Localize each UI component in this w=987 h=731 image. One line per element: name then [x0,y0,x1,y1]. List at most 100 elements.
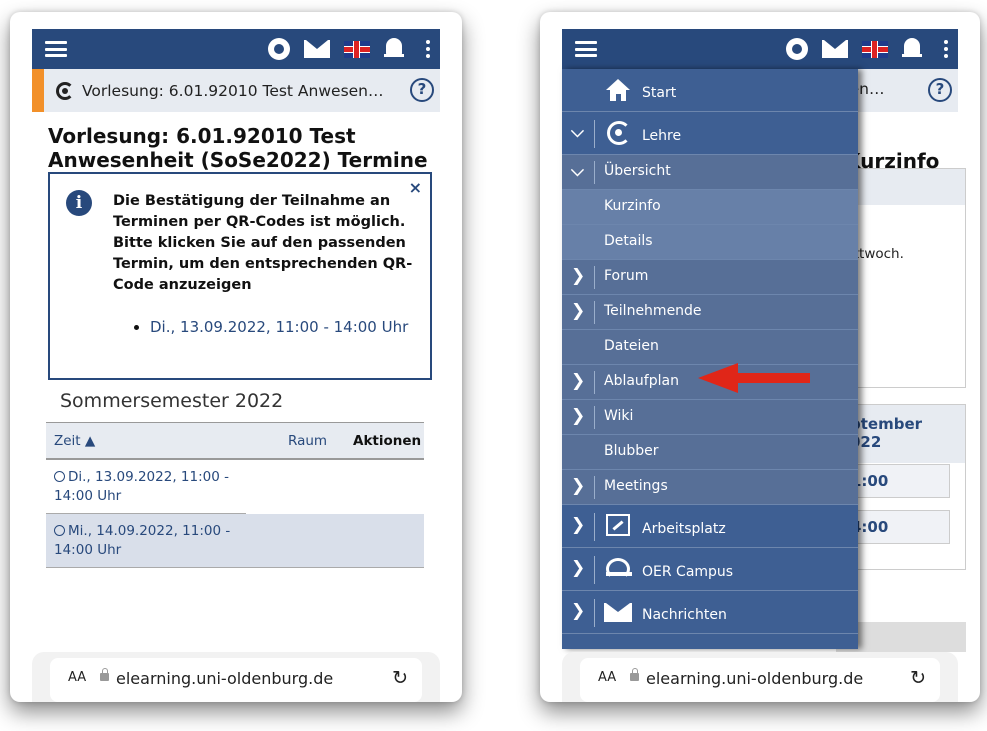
red-arrow-annotation [698,363,810,393]
desk-icon [606,514,630,536]
menu-label: Meetings [604,478,668,494]
chevron-down-icon[interactable]: ⌵ [571,161,584,181]
table-header: Zeit ▲ Raum Aktionen [46,422,424,460]
url-text[interactable]: elearning.uni-oldenburg.de [646,669,863,688]
menu-item-details[interactable]: Details [562,225,858,260]
menu-label: Blubber [604,443,659,459]
hamburger-menu-icon[interactable] [45,41,67,57]
lehre-icon [607,121,631,145]
navigation-drawer: Start ⌵ Lehre ⌵ Übersicht Kurzinfo Detai… [562,69,858,649]
menu-item-nachrichten[interactable]: ❯ Nachrichten [562,591,858,634]
row-date-text: Di., 13.09.2022, 11:00 - 14:00 Uhr [54,469,229,504]
dates-table: Zeit ▲ Raum Aktionen Di., 13.09.2022, 11… [46,422,424,568]
menu-label: Teilnehmende [604,303,702,319]
menu-item-start[interactable]: Start [562,69,858,112]
menu-label: Wiki [604,408,634,424]
reload-icon[interactable]: ↻ [910,667,926,689]
breadcrumb-text[interactable]: Vorlesung: 6.01.92010 Test Anwesen… [82,82,384,100]
menu-label: Ablaufplan [604,373,679,389]
dates-panel-heading: ptember 022 [850,415,923,451]
panel-text: ittwoch. [850,246,904,262]
date-link[interactable]: Di., 13.09.2022, 11:00 - 14:00 Uhr [150,317,420,338]
page-title-line-1: Vorlesung: 6.01.92010 Test [48,124,356,148]
page-title-line-2: Anwesenheit (SoSe2022) Termine [48,148,428,172]
menu-item-blubber[interactable]: Blubber [562,435,858,470]
mail-icon[interactable] [822,40,848,58]
kebab-menu-icon[interactable] [426,40,430,58]
chevron-right-icon[interactable]: ❯ [571,558,585,578]
bell-notification-icon[interactable] [902,38,922,60]
menu-item-arbeitsplatz[interactable]: ❯ Arbeitsplatz [562,505,858,548]
table-row[interactable]: Di., 13.09.2022, 11:00 - 14:00 Uhr [46,460,246,514]
course-icon [56,81,74,100]
browser-toolbar: AA elearning.uni-oldenburg.de ↻ [562,652,958,702]
info-icon: i [66,190,92,216]
url-text[interactable]: elearning.uni-oldenburg.de [116,669,333,688]
menu-label: Arbeitsplatz [642,521,726,537]
oer-icon [606,558,632,580]
info-date-list: Di., 13.09.2022, 11:00 - 14:00 Uhr [150,317,420,338]
info-message-text: Die Bestätigung der Teilnahme an Termine… [113,193,413,293]
menu-item-wiki[interactable]: ❯ Wiki [562,400,858,435]
menu-label: Nachrichten [642,607,727,623]
table-row[interactable]: Mi., 14.09.2022, 11:00 - 14:00 Uhr [46,514,424,568]
lifebuoy-help-icon[interactable] [786,38,808,60]
lock-icon [100,668,109,681]
menu-label: Lehre [642,128,682,144]
kebab-menu-icon[interactable] [944,40,948,58]
breadcrumb: Vorlesung: 6.01.92010 Test Anwesen… ? [32,69,440,112]
page-title: Kurzinfo [845,149,940,173]
menu-label: Übersicht [604,163,671,179]
chevron-right-icon[interactable]: ❯ [571,371,585,391]
text-size-button[interactable]: AA [598,670,616,685]
sort-raum-header[interactable]: Raum [288,433,327,449]
help-icon[interactable]: ? [410,78,434,102]
chevron-right-icon[interactable]: ❯ [571,301,585,321]
menu-label: Kurzinfo [604,198,661,214]
chevron-down-icon[interactable]: ⌵ [571,122,584,142]
menu-item-meetings[interactable]: ❯ Meetings [562,470,858,505]
menu-item-lehre[interactable]: ⌵ Lehre [562,112,858,155]
uk-flag-language-icon[interactable] [344,40,370,58]
mail-icon[interactable] [304,40,330,58]
text-size-button[interactable]: AA [68,670,86,685]
menu-item-kurzinfo[interactable]: Kurzinfo [562,190,858,225]
page-title: Vorlesung: 6.01.92010 Test Anwesenheit (… [48,124,428,172]
lock-icon [630,668,639,681]
info-message-box: i × Die Bestätigung der Teilnahme an Ter… [48,172,432,380]
home-icon-door [616,94,621,101]
address-bar[interactable]: AA elearning.uni-oldenburg.de ↻ [50,658,422,702]
help-icon[interactable]: ? [928,78,952,102]
right-phone-screen: esen… ? Kurzinfo ittwoch. ptember 022 1:… [540,12,980,702]
menu-item-oer-campus[interactable]: ❯ OER Campus [562,548,858,591]
home-icon [606,79,630,90]
semester-heading: Sommersemester 2022 [60,390,284,412]
hamburger-menu-icon[interactable] [575,41,597,57]
menu-item-uebersicht[interactable]: ⌵ Übersicht [562,155,858,190]
left-phone-screen: Vorlesung: 6.01.92010 Test Anwesen… ? Vo… [10,12,462,702]
menu-item-dateien[interactable]: Dateien [562,330,858,365]
chevron-right-icon[interactable]: ❯ [571,601,585,621]
menu-label: Start [642,85,677,101]
sort-zeit-header[interactable]: Zeit ▲ [54,433,95,449]
clock-icon [54,471,65,482]
lifebuoy-help-icon[interactable] [268,38,290,60]
uk-flag-language-icon[interactable] [862,40,888,58]
chevron-right-icon[interactable]: ❯ [571,406,585,426]
bell-notification-icon[interactable] [384,38,404,60]
chevron-right-icon[interactable]: ❯ [571,266,585,286]
browser-toolbar: AA elearning.uni-oldenburg.de ↻ [32,652,440,702]
chevron-right-icon[interactable]: ❯ [571,515,585,535]
chevron-right-icon[interactable]: ❯ [571,476,585,496]
menu-label: OER Campus [642,564,734,580]
top-navigation-bar [562,29,958,69]
menu-item-teilnehmende[interactable]: ❯ Teilnehmende [562,295,858,330]
envelope-icon [604,603,632,622]
address-bar[interactable]: AA elearning.uni-oldenburg.de ↻ [580,658,940,702]
menu-item-forum[interactable]: ❯ Forum [562,260,858,295]
row-date-text: Mi., 14.09.2022, 11:00 - 14:00 Uhr [54,523,231,558]
menu-label: Dateien [604,338,659,354]
menu-label: Forum [604,268,649,284]
reload-icon[interactable]: ↻ [392,667,408,689]
menu-label: Details [604,233,653,249]
